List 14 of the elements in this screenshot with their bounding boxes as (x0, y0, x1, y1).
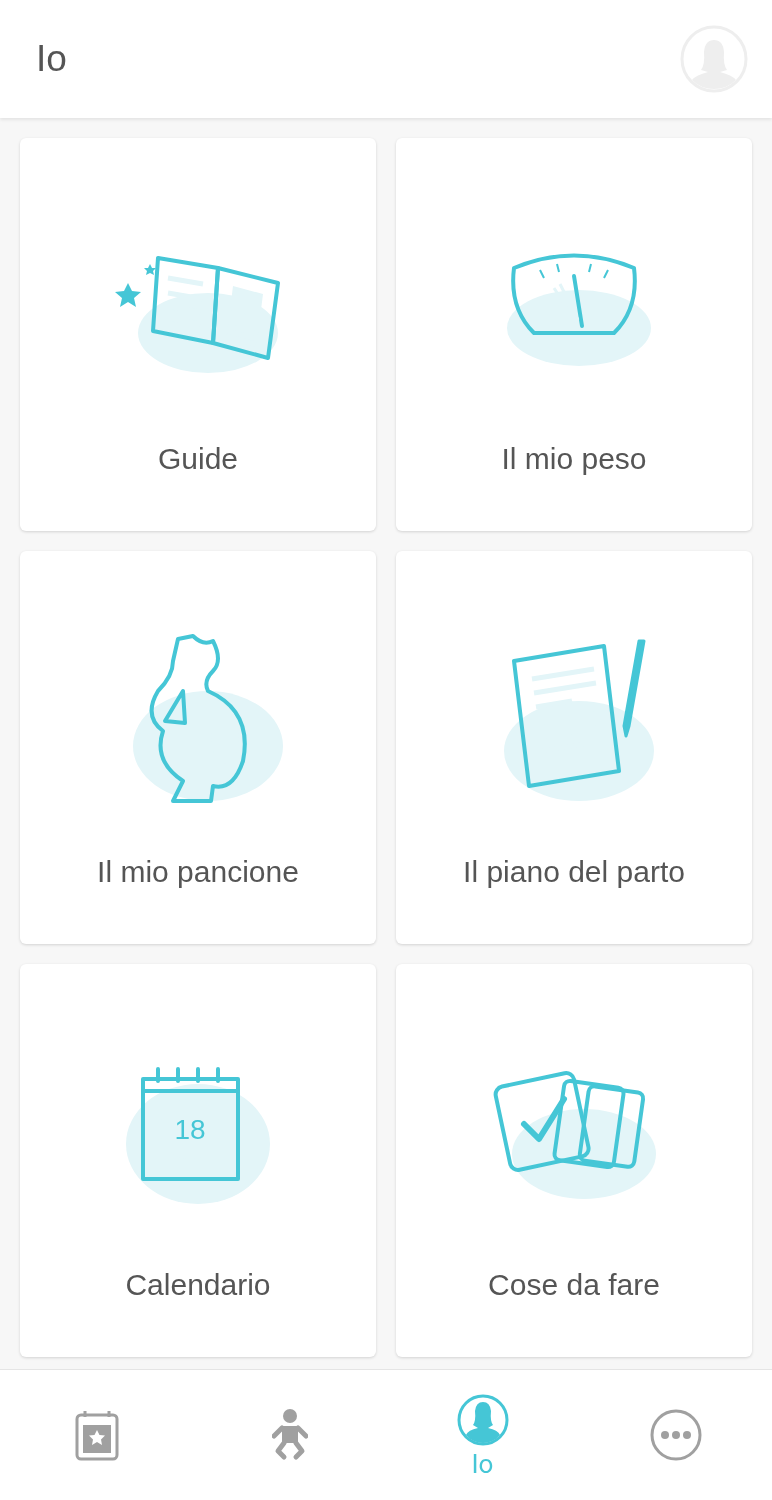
card-label: Il piano del parto (463, 853, 685, 890)
card-label: Guide (157, 440, 239, 477)
card-label: Calendario (125, 1266, 271, 1303)
feature-card[interactable]: Il mio pancione (20, 550, 376, 944)
card-label: Il mio peso (501, 440, 647, 477)
feature-card[interactable]: Guide (20, 137, 376, 531)
card-label: Il mio pancione (97, 853, 299, 890)
feature-card[interactable]: Il piano del parto (396, 550, 752, 944)
feature-card[interactable]: 18 Calendario (20, 963, 376, 1357)
feature-card[interactable]: Cose da fare (396, 963, 752, 1357)
card-label: Cose da fare (488, 1266, 660, 1303)
nav-tab-label: Io (471, 1450, 494, 1477)
feature-card[interactable]: Il mio peso (396, 137, 752, 531)
page-title: Io (36, 37, 67, 81)
